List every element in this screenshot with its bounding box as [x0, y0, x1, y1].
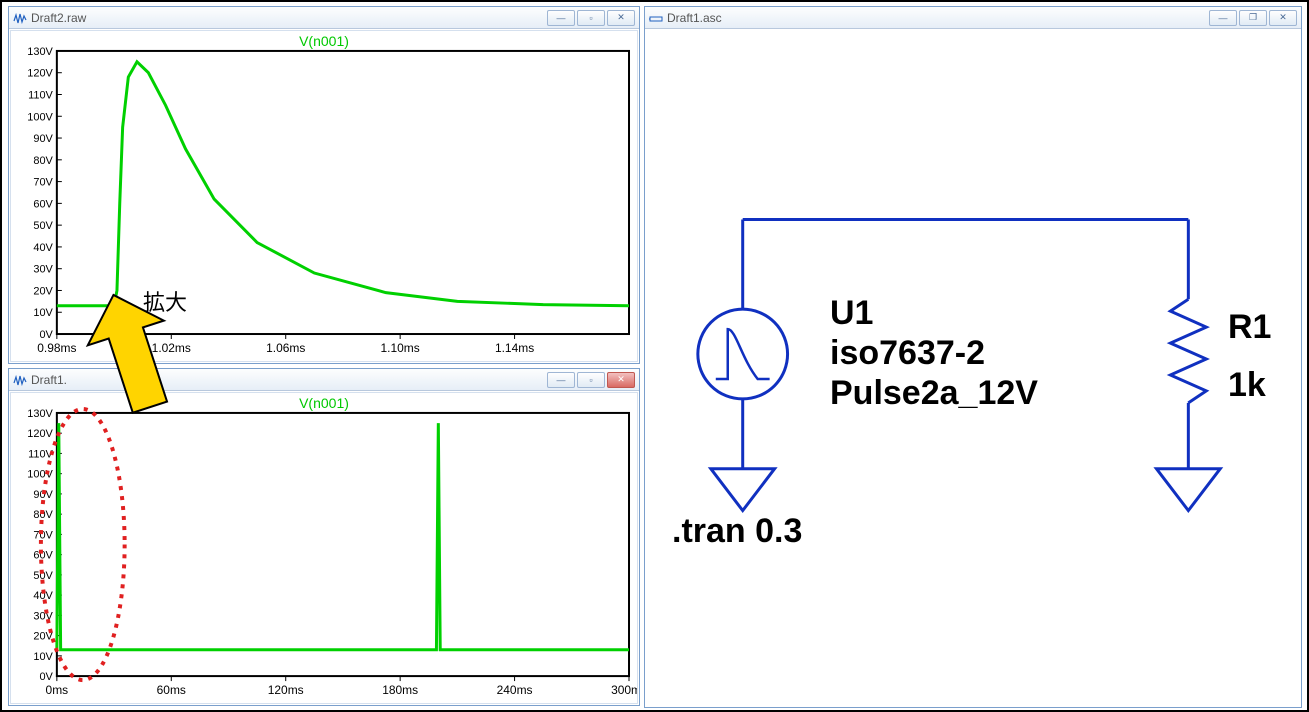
svg-text:240ms: 240ms — [497, 683, 533, 697]
titlebar-plot1[interactable]: Draft2.raw — ▫ ✕ — [9, 7, 639, 29]
svg-text:40V: 40V — [33, 242, 53, 254]
close-button[interactable]: ✕ — [1269, 10, 1297, 26]
svg-text:60V: 60V — [33, 550, 53, 562]
schematic-canvas[interactable]: U1 iso7637-2 Pulse2a_12V R1 1k .tran 0.3 — [646, 30, 1300, 706]
svg-text:100V: 100V — [27, 111, 53, 123]
svg-text:0V: 0V — [39, 329, 53, 341]
svg-text:110V: 110V — [28, 448, 53, 460]
wave-icon — [13, 11, 27, 25]
svg-text:110V: 110V — [28, 89, 53, 101]
component-variant[interactable]: Pulse2a_12V — [830, 374, 1038, 413]
svg-text:300ms: 300ms — [611, 683, 637, 697]
svg-text:70V: 70V — [33, 177, 53, 189]
svg-text:130V: 130V — [27, 408, 53, 420]
max-button[interactable]: ▫ — [577, 372, 605, 388]
svg-text:0V: 0V — [39, 671, 53, 683]
window-title: Draft2.raw — [31, 11, 86, 25]
svg-text:1.14ms: 1.14ms — [495, 341, 534, 355]
highlight-ellipse — [41, 409, 125, 680]
component-value-r1[interactable]: 1k — [1228, 366, 1266, 405]
close-button[interactable]: ✕ — [607, 372, 635, 388]
min-button[interactable]: — — [547, 372, 575, 388]
close-button[interactable]: ✕ — [607, 10, 635, 26]
svg-text:120ms: 120ms — [268, 683, 304, 697]
zoom-arrow-icon — [62, 282, 182, 422]
svg-text:90V: 90V — [33, 133, 53, 145]
svg-text:30V: 30V — [33, 610, 53, 622]
svg-text:50V: 50V — [33, 220, 53, 232]
wave-icon — [13, 373, 27, 387]
svg-text:120V: 120V — [27, 428, 53, 440]
svg-text:30V: 30V — [33, 264, 53, 276]
spice-directive[interactable]: .tran 0.3 — [672, 512, 802, 551]
svg-text:20V: 20V — [33, 285, 53, 297]
plot2-svg[interactable]: 0V10V20V30V40V50V60V70V80V90V100V110V120… — [11, 393, 637, 704]
svg-text:130V: 130V — [27, 46, 53, 58]
schematic-window[interactable]: Draft1.asc — ❐ ✕ — [644, 6, 1302, 708]
component-name-u1[interactable]: U1 — [830, 294, 873, 333]
svg-text:1.06ms: 1.06ms — [266, 341, 305, 355]
max-button[interactable]: ▫ — [577, 10, 605, 26]
svg-text:100V: 100V — [27, 469, 53, 481]
restore-button[interactable]: ❐ — [1239, 10, 1267, 26]
titlebar-schematic[interactable]: Draft1.asc — ❐ ✕ — [645, 7, 1301, 29]
component-model[interactable]: iso7637-2 — [830, 334, 985, 373]
svg-text:1.10ms: 1.10ms — [381, 341, 420, 355]
svg-text:70V: 70V — [33, 529, 53, 541]
svg-text:80V: 80V — [33, 155, 53, 167]
svg-text:180ms: 180ms — [382, 683, 418, 697]
svg-text:60V: 60V — [33, 198, 53, 210]
window-title: Draft1.asc — [667, 11, 722, 25]
schematic-icon — [649, 11, 663, 25]
svg-text:120V: 120V — [27, 68, 53, 80]
min-button[interactable]: — — [547, 10, 575, 26]
min-button[interactable]: — — [1209, 10, 1237, 26]
svg-text:60ms: 60ms — [157, 683, 186, 697]
svg-text:10V: 10V — [33, 651, 53, 663]
component-name-r1[interactable]: R1 — [1228, 308, 1271, 347]
plot2-body[interactable]: V(n001) 0V10V20V30V40V50V60V70V80V90V100… — [10, 392, 638, 704]
svg-text:10V: 10V — [33, 307, 53, 319]
svg-text:0ms: 0ms — [46, 683, 69, 697]
